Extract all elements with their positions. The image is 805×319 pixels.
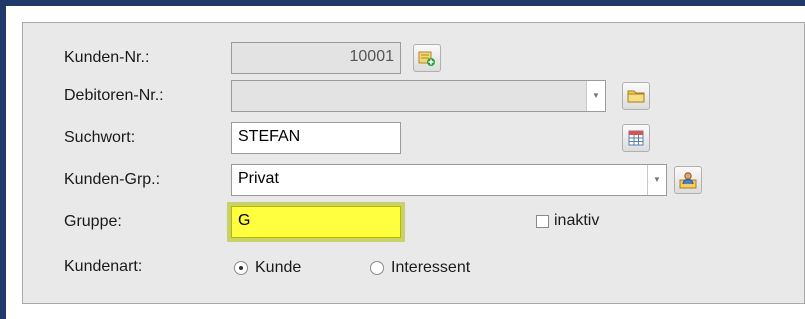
kunden-nr-label: Kunden-Nr.:: [64, 49, 150, 66]
debitoren-open-button[interactable]: [622, 82, 650, 110]
kunden-grp-select[interactable]: Privat ▼: [231, 164, 667, 196]
chevron-down-icon[interactable]: ▼: [647, 165, 666, 195]
kunden-nr-field: 10001: [231, 42, 401, 74]
kundenart-label: Kundenart:: [64, 258, 143, 275]
customer-form-panel: Kunden-Nr.: 10001 Debitoren-Nr.: ▼ Suchw…: [22, 22, 805, 304]
grid-icon: [628, 130, 644, 146]
new-customer-number-button[interactable]: [413, 44, 441, 72]
folder-icon: [627, 90, 645, 103]
kundenart-option-interessent-label: Interessent: [391, 259, 471, 276]
kunden-grp-value: Privat: [238, 170, 279, 187]
panel-bottom-strip: [6, 304, 805, 319]
inaktiv-label: inaktiv: [554, 212, 600, 229]
chevron-down-icon: ▼: [586, 81, 605, 111]
debitoren-nr-label: Debitoren-Nr.:: [64, 87, 164, 104]
kundenart-radio-interessent[interactable]: [370, 261, 384, 275]
new-record-icon: [418, 51, 435, 66]
inaktiv-checkbox[interactable]: [536, 215, 549, 228]
kunden-grp-edit-button[interactable]: [674, 166, 702, 194]
user-group-icon: [679, 172, 697, 189]
suchwort-lookup-button[interactable]: [622, 124, 650, 152]
kundenart-option-kunde-label: Kunde: [255, 259, 302, 276]
debitoren-nr-select[interactable]: ▼: [231, 80, 606, 112]
gruppe-label: Gruppe:: [64, 213, 122, 230]
suchwort-input[interactable]: STEFAN: [231, 122, 401, 154]
suchwort-label: Suchwort:: [64, 129, 136, 146]
kunden-grp-label: Kunden-Grp.:: [64, 171, 161, 188]
gruppe-input[interactable]: G: [231, 206, 401, 238]
kundenart-radio-kunde[interactable]: [234, 261, 248, 275]
